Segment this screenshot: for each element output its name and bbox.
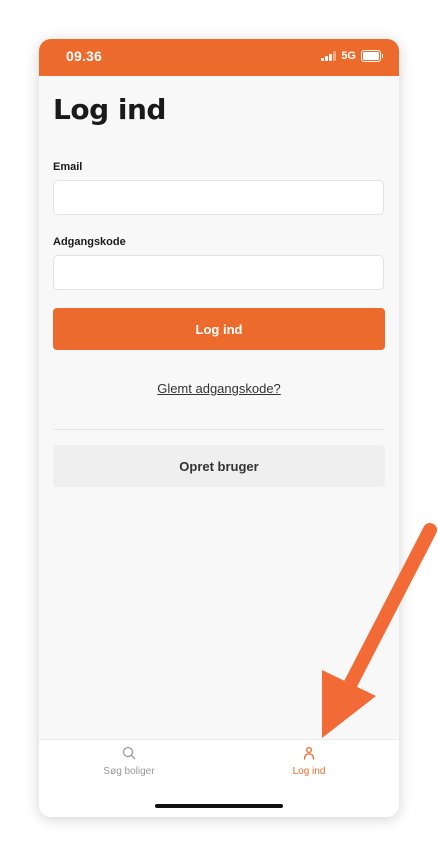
tab-search-homes[interactable]: Søg boliger: [39, 746, 219, 790]
person-icon: [303, 746, 315, 760]
search-icon: [122, 746, 136, 760]
signal-icon: [321, 51, 337, 61]
status-indicators: 5G: [321, 50, 383, 62]
password-field[interactable]: [53, 255, 384, 290]
network-type: 5G: [341, 50, 356, 62]
divider: [53, 429, 384, 430]
login-button[interactable]: Log ind: [53, 308, 385, 350]
status-bar: 09.36 5G: [39, 39, 399, 76]
password-label: Adgangskode: [53, 236, 126, 248]
status-time: 09.36: [66, 48, 103, 64]
email-field[interactable]: [53, 180, 384, 215]
battery-icon: [361, 50, 383, 62]
create-user-button[interactable]: Opret bruger: [53, 445, 385, 487]
tab-search-homes-label: Søg boliger: [103, 766, 155, 777]
phone-frame: 09.36 5G Log ind Email Adgangskode Log i…: [39, 39, 399, 817]
tab-login-label: Log ind: [292, 766, 326, 777]
forgot-password-link[interactable]: Glemt adgangskode?: [39, 381, 399, 396]
page-title: Log ind: [53, 93, 166, 126]
tab-login[interactable]: Log ind: [219, 746, 399, 790]
email-label: Email: [53, 161, 83, 173]
tab-bar: Søg boliger Log ind: [39, 739, 399, 817]
home-indicator: [155, 804, 283, 808]
